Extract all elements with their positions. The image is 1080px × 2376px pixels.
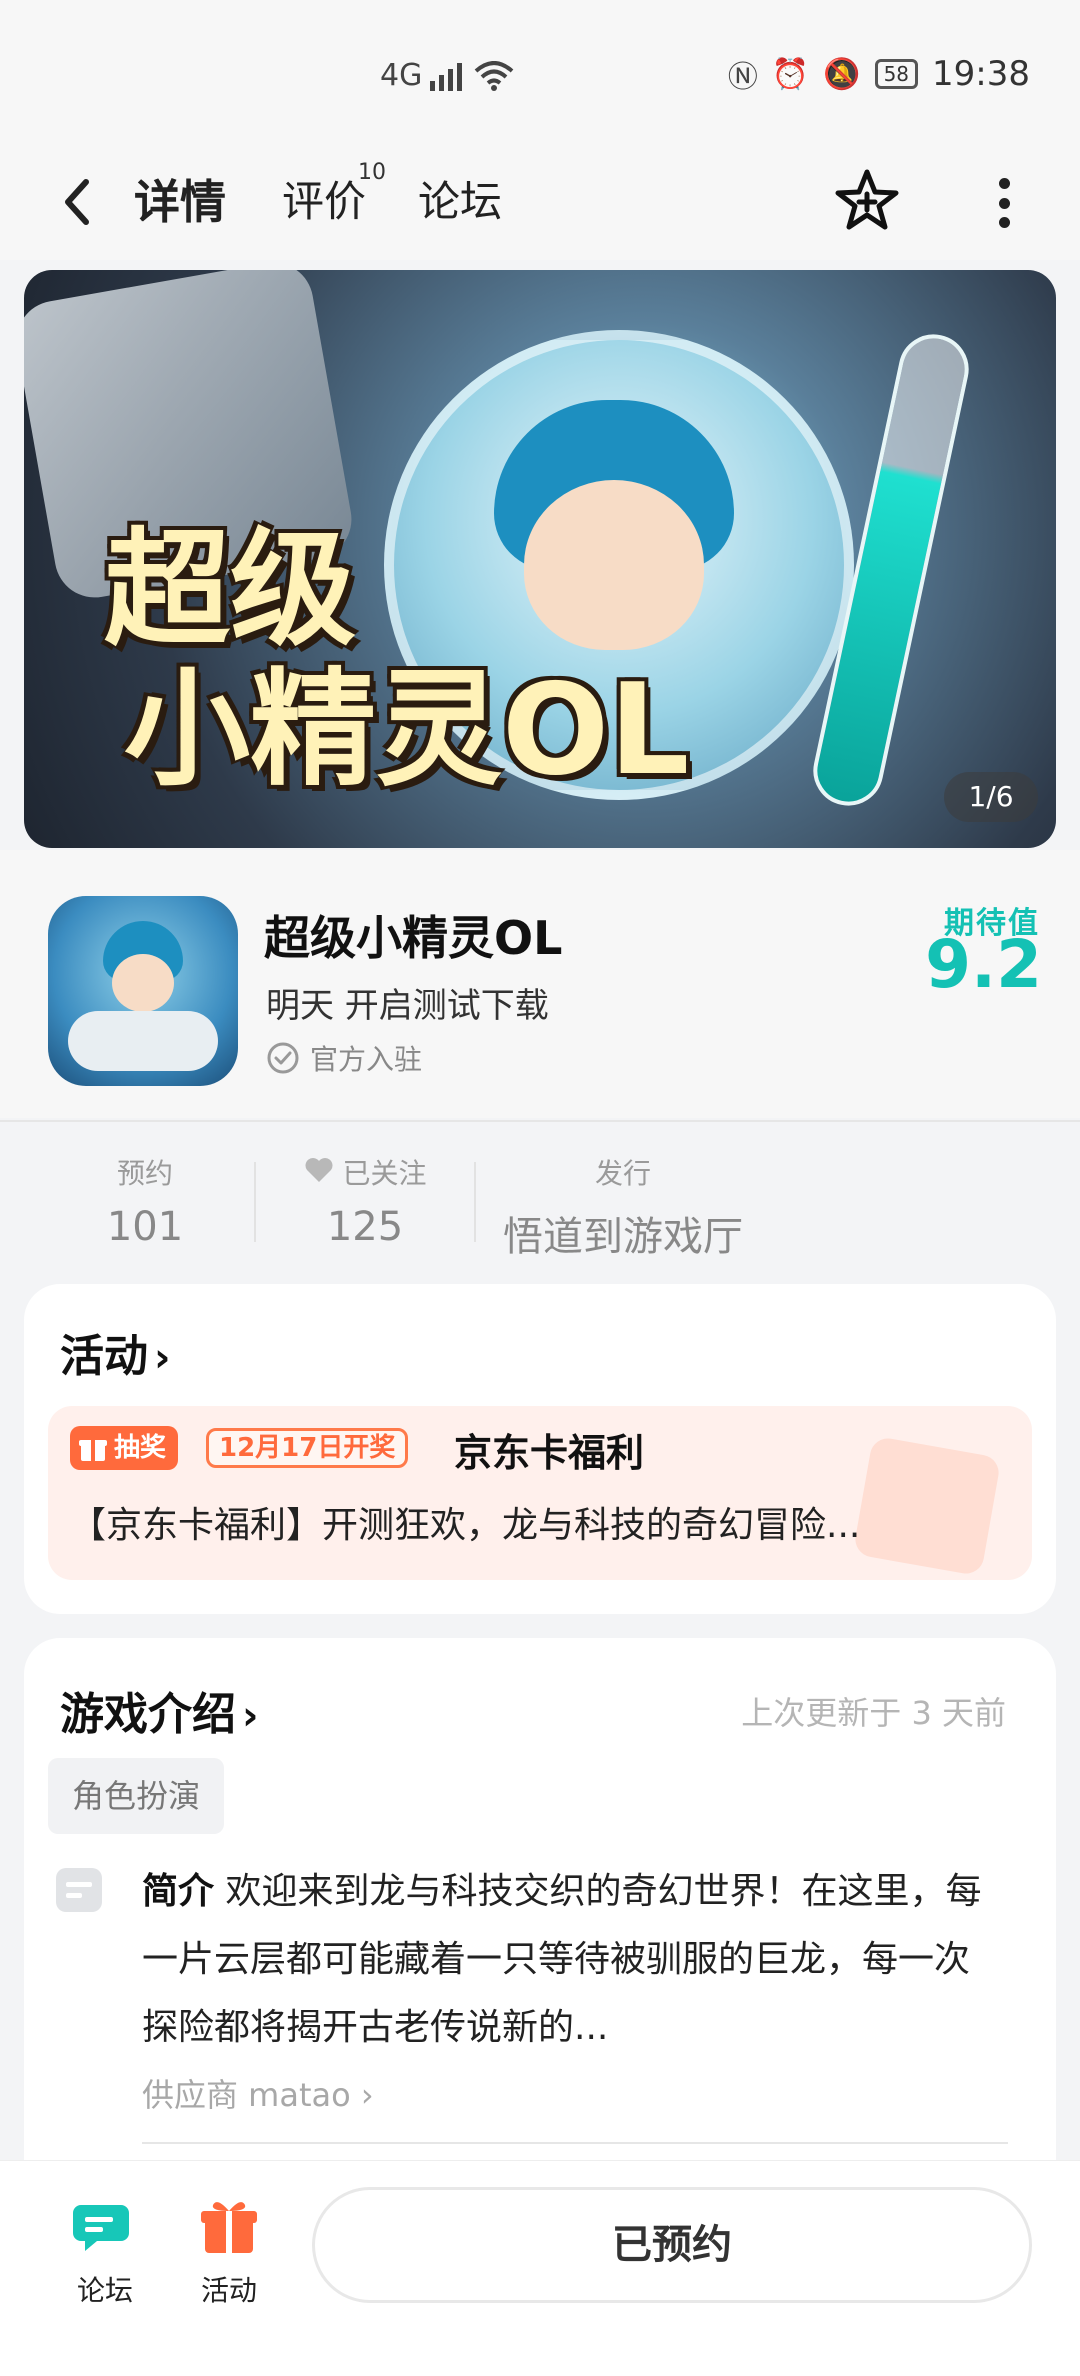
more-options-button[interactable] xyxy=(998,178,1010,228)
nfc-icon: Ⓝ xyxy=(727,60,758,95)
genre-tag[interactable]: 角色扮演 xyxy=(48,1758,225,1834)
banner-pager: 1/6 xyxy=(944,772,1038,822)
official-label: 官方入驻 xyxy=(310,1043,423,1076)
stat-followers-label: 已关注 xyxy=(290,1152,440,1192)
bottom-action-bar: 论坛 活动 已预约 xyxy=(0,2160,1080,2376)
banner-carousel[interactable]: 超级 小精灵OL 1/6 xyxy=(24,270,1056,848)
stat-followers[interactable]: 已关注 125 xyxy=(290,1152,440,1250)
reviews-count-badge: 10 xyxy=(358,160,386,185)
game-info: 超级小精灵OL 明天 开启测试下载 官方入驻 期待值 9.2 xyxy=(0,850,1080,1118)
gift-icon xyxy=(79,1440,107,1461)
mute-icon: 🔕 xyxy=(823,56,861,92)
activity-label: 活动 xyxy=(200,2274,257,2307)
chat-bubble-icon xyxy=(73,2205,129,2251)
draw-date-tag: 12月17日开奖 xyxy=(206,1428,409,1468)
battery-icon: 58 xyxy=(874,59,919,89)
reserved-button[interactable]: 已预约 xyxy=(312,2187,1032,2303)
network-indicator: 4G xyxy=(380,58,514,93)
release-info: 明天 开启测试下载 xyxy=(266,986,549,1026)
wifi-icon xyxy=(475,60,514,91)
stat-reservations: 预约 101 xyxy=(95,1152,195,1250)
network-type: 4G xyxy=(380,58,423,93)
stat-followers-value: 125 xyxy=(326,1204,404,1250)
chevron-right-icon: › xyxy=(154,1335,171,1381)
tab-forum[interactable]: 论坛 xyxy=(418,172,502,232)
tab-reviews[interactable]: 评价 xyxy=(282,172,366,232)
forum-label: 论坛 xyxy=(76,2274,133,2307)
tab-details[interactable]: 详情 xyxy=(130,172,230,232)
game-name: 超级小精灵OL xyxy=(264,911,563,965)
chevron-left-icon xyxy=(65,179,89,225)
summary-text: 欢迎来到龙与科技交织的奇幻世界！在这里，每一片云层都可能藏着一只等待被驯服的巨龙… xyxy=(142,1871,982,2048)
gift-icon xyxy=(201,2202,257,2253)
supplier-link[interactable]: 供应商 matao › xyxy=(142,2070,374,2116)
stat-publisher-value: 悟道到游戏厅 xyxy=(503,1214,743,1260)
top-nav: 详情 评价 10 论坛 xyxy=(0,150,1080,260)
banner-title-line1: 超级 xyxy=(104,516,356,663)
game-icon xyxy=(48,896,238,1086)
stat-reservations-label: 预约 xyxy=(116,1157,173,1190)
stats-row: 预约 101 已关注 125 发行 悟道到游戏厅 xyxy=(0,1122,1080,1272)
signal-icon xyxy=(430,62,463,91)
event-description: 【京东卡福利】开测狂欢，龙与科技的奇幻冒险... xyxy=(70,1505,861,1546)
stat-reservations-value: 101 xyxy=(106,1204,184,1250)
clock: 19:38 xyxy=(932,54,1030,94)
activity-button[interactable]: 活动 xyxy=(184,2197,274,2309)
lottery-tag: 抽奖 xyxy=(70,1426,179,1470)
summary-icon xyxy=(56,1868,102,1912)
official-badge: 官方入驻 xyxy=(266,1038,422,1078)
expect-score: 9.2 xyxy=(925,926,1042,1003)
chevron-right-icon: › xyxy=(242,1693,259,1739)
activity-card: 活动 › 抽奖 12月17日开奖 京东卡福利 【京东卡福利】开测狂欢，龙与科技的奇… xyxy=(24,1284,1056,1614)
banner-title-line2: 小精灵OL xyxy=(124,656,690,803)
star-plus-icon xyxy=(835,169,899,230)
game-intro-card: 游戏介绍 › 上次更新于 3 天前 角色扮演 简介 欢迎来到龙与科技交织的奇幻世界… xyxy=(24,1638,1056,2198)
heart-icon xyxy=(305,1158,333,1182)
check-circle-icon xyxy=(267,1042,299,1074)
banner-title: 超级 小精灵OL xyxy=(104,520,689,800)
back-button[interactable] xyxy=(56,172,96,242)
gift-icon xyxy=(852,1435,1002,1577)
intro-title[interactable]: 游戏介绍 › xyxy=(60,1678,258,1742)
alarm-icon: ⏰ xyxy=(771,56,810,92)
forum-button[interactable]: 论坛 xyxy=(60,2197,150,2309)
divider xyxy=(142,2142,1008,2144)
stat-publisher[interactable]: 发行 悟道到游戏厅 xyxy=(498,1152,748,1262)
favorite-button[interactable] xyxy=(832,166,902,236)
stat-publisher-label: 发行 xyxy=(594,1157,651,1190)
update-time: 上次更新于 3 天前 xyxy=(741,1694,1006,1732)
event-item[interactable]: 抽奖 12月17日开奖 京东卡福利 【京东卡福利】开测狂欢，龙与科技的奇幻冒险.… xyxy=(48,1406,1032,1580)
intro-summary[interactable]: 简介 欢迎来到龙与科技交织的奇幻世界！在这里，每一片云层都可能藏着一只等待被驯服… xyxy=(142,1858,1002,2062)
status-bar: 4G Ⓝ ⏰ 🔕 58 19:38 xyxy=(0,0,1080,150)
summary-label: 简介 xyxy=(142,1871,215,1912)
event-name: 京东卡福利 xyxy=(454,1431,645,1475)
chevron-right-icon: › xyxy=(360,2076,374,2114)
activity-title[interactable]: 活动 › xyxy=(60,1320,170,1384)
